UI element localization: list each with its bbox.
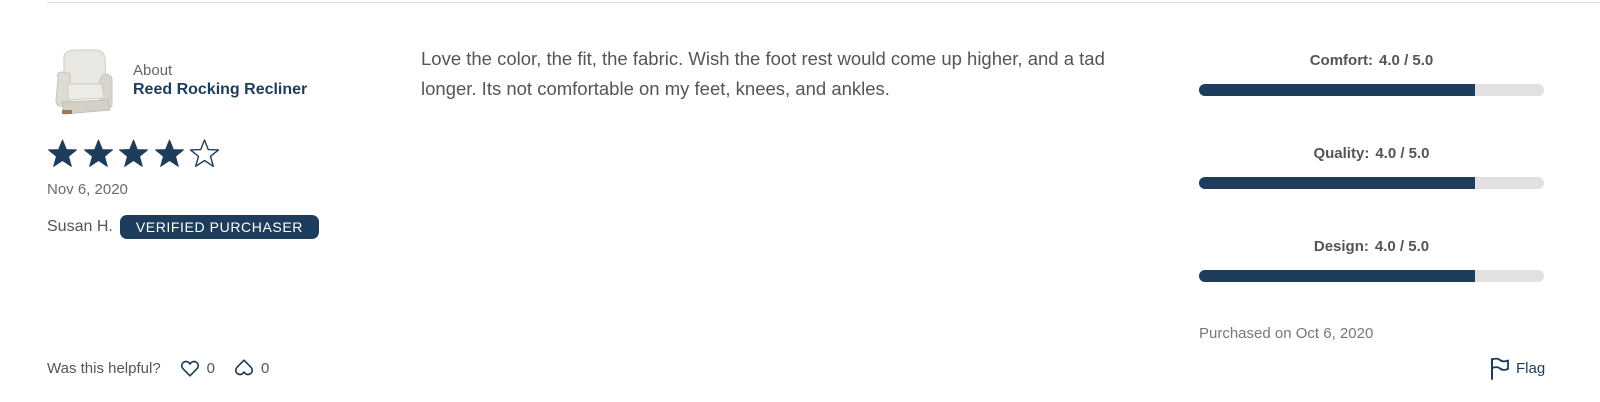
rating-bar-track xyxy=(1199,84,1544,96)
sub-rating-label: Comfort: 4.0 / 5.0 xyxy=(1199,50,1544,72)
review-body: Love the color, the fit, the fabric. Wis… xyxy=(421,48,1105,99)
star-rating xyxy=(47,138,225,169)
flag-label: Flag xyxy=(1516,359,1546,377)
verified-purchaser-badge: VERIFIED PURCHASER xyxy=(119,215,319,239)
heart-outline-icon xyxy=(180,360,199,377)
sub-ratings: Comfort: 4.0 / 5.0 Quality: 4.0 / 5.0 Design… xyxy=(1199,50,1544,329)
dislike-button[interactable]: 0 xyxy=(233,357,269,379)
rating-bar-track xyxy=(1199,177,1544,189)
rating-bar-track xyxy=(1199,270,1544,282)
purchase-date: Purchased on Oct 6, 2020 xyxy=(1199,325,1374,342)
sub-rating-value: 4.0 / 5.0 xyxy=(1375,145,1430,162)
star-filled-icon xyxy=(154,139,184,167)
rating-bar-fill xyxy=(1199,270,1475,282)
star-filled-icon xyxy=(48,139,77,167)
product-thumbnail-image[interactable] xyxy=(50,48,122,118)
rating-bar-fill xyxy=(1199,177,1475,189)
flag-button[interactable]: Flag xyxy=(1489,356,1545,380)
star-filled-icon xyxy=(119,139,148,167)
sub-rating-value: 4.0 / 5.0 xyxy=(1379,52,1434,69)
sub-rating-name: Comfort: xyxy=(1309,52,1374,69)
star-empty-icon xyxy=(189,139,220,167)
sub-rating-value: 4.0 / 5.0 xyxy=(1374,238,1430,255)
helpful-prompt: Was this helpful? xyxy=(47,359,161,377)
sub-rating-name: Quality: xyxy=(1313,145,1370,162)
product-text: About Reed Rocking Recliner xyxy=(133,61,307,100)
reviewer-name: Susan H. xyxy=(47,218,113,235)
review-date: Nov 6, 2020 xyxy=(47,181,128,198)
sub-rating-comfort: Comfort: 4.0 / 5.0 xyxy=(1199,50,1544,143)
reviewer-info: Susan H. VERIFIED PURCHASER xyxy=(47,215,319,239)
about-label: About xyxy=(133,61,173,79)
star-filled-icon xyxy=(83,139,113,167)
like-button[interactable]: 0 xyxy=(179,357,215,379)
sub-rating-quality: Quality: 4.0 / 5.0 xyxy=(1199,143,1544,236)
sub-rating-label: Design: 4.0 / 5.0 xyxy=(1199,236,1544,258)
product-summary: About Reed Rocking Recliner xyxy=(50,48,307,118)
helpful-section: Was this helpful? 0 0 xyxy=(47,357,269,379)
sub-rating-label: Quality: 4.0 / 5.0 xyxy=(1199,143,1544,165)
top-divider xyxy=(47,2,1600,3)
dislike-count: 0 xyxy=(261,359,270,377)
flag-outline-icon xyxy=(1491,357,1509,380)
rating-bar-fill xyxy=(1199,84,1475,96)
product-name-link[interactable]: Reed Rocking Recliner xyxy=(133,80,307,100)
sub-rating-name: Design: xyxy=(1313,238,1369,255)
broken-heart-outline-icon xyxy=(234,359,254,376)
sub-rating-design: Design: 4.0 / 5.0 xyxy=(1199,236,1544,329)
like-count: 0 xyxy=(206,359,216,377)
